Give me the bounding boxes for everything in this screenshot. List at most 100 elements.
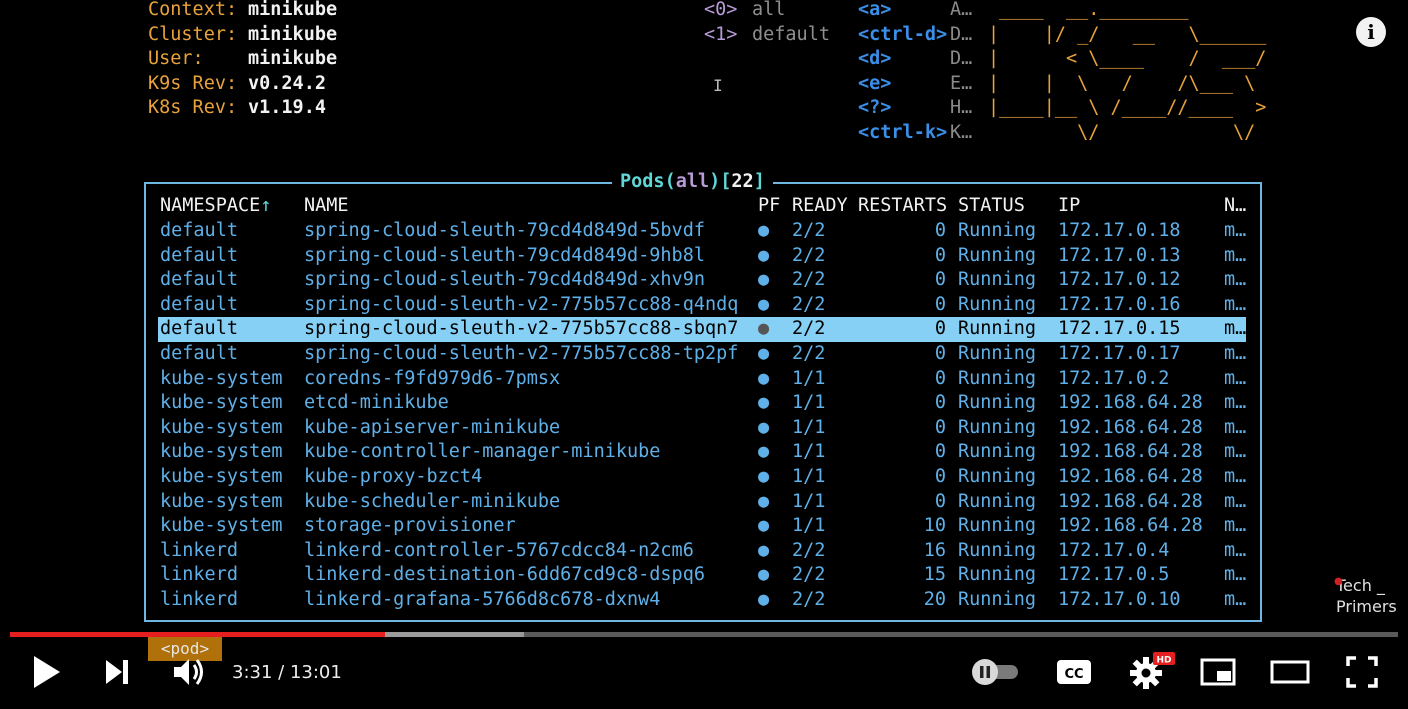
table-row[interactable]: linkerd linkerd-controller-5767cdcc84-n2c…	[158, 539, 1246, 564]
hotkey-item[interactable]: <a> A…	[858, 0, 984, 23]
table-row[interactable]: kube-system kube-proxy-bzct4 ● 1/1 0 Running 1…	[158, 465, 1246, 490]
table-row[interactable]: linkerd linkerd-grafana-5766d8c678-dxnw4 ●…	[158, 588, 1246, 613]
table-row[interactable]: linkerd linkerd-destination-6dd67cd9c8-ds…	[158, 563, 1246, 588]
cell-restarts: 20	[923, 589, 946, 610]
autoplay-toggle-icon[interactable]	[968, 652, 1022, 692]
cell-ready: 2/2	[792, 269, 826, 291]
cell-restarts: 0	[934, 416, 946, 438]
cell-name: kube-scheduler-minikube	[304, 490, 561, 512]
theater-icon[interactable]	[1268, 652, 1312, 692]
col-ready[interactable]: READY	[792, 194, 848, 219]
channel-watermark[interactable]: ● Tech _ Primers	[1334, 575, 1397, 617]
cell-ready: 2/2	[792, 564, 826, 586]
cell-node: m…	[1224, 244, 1247, 266]
cell-ip: 192.168.64.28	[1058, 490, 1203, 512]
pf-indicator: ●	[758, 515, 770, 537]
table-row[interactable]: default spring-cloud-sleuth-79cd4d849d-xh…	[158, 268, 1246, 293]
hotkey-item[interactable]: <e> E…	[858, 72, 984, 97]
cell-status: Running	[958, 564, 1036, 586]
cell-restarts: 10	[923, 515, 946, 537]
cell-namespace: default	[160, 343, 238, 364]
table-row[interactable]: kube-system etcd-minikube ● 1/1 0 Running 192.…	[158, 391, 1246, 416]
text-cursor-icon: I	[713, 76, 723, 95]
cell-namespace: kube-system	[160, 466, 283, 487]
volume-icon[interactable]	[170, 652, 210, 692]
col-pf[interactable]: PF	[758, 194, 780, 219]
table-row[interactable]: default spring-cloud-sleuth-v2-775b57cc88…	[158, 293, 1246, 318]
cell-ready: 2/2	[792, 318, 826, 340]
hotkey-key: <a>	[858, 0, 892, 20]
cell-restarts: 0	[934, 441, 946, 463]
hotkey-item[interactable]: <d> D…	[858, 47, 984, 72]
table-row[interactable]: kube-system kube-scheduler-minikube ● 1/1 0 R…	[158, 490, 1246, 515]
pf-indicator: ●	[758, 490, 770, 512]
table-row[interactable]: kube-system kube-apiserver-minikube ● 1/1 0 R…	[158, 416, 1246, 441]
cell-status: Running	[958, 539, 1036, 561]
cell-namespace: default	[160, 269, 238, 291]
time-display: 3:31 / 13:01	[232, 662, 342, 683]
table-row-selected[interactable]: default spring-cloud-sleuth-v2-775b57cc88…	[158, 317, 1246, 342]
cc-icon[interactable]: CC	[1054, 652, 1094, 692]
namespace-shortcut[interactable]: <0> all	[704, 0, 785, 23]
hotkey-item[interactable]: <ctrl-d> D…	[858, 23, 984, 48]
col-name[interactable]: NAME	[304, 194, 349, 219]
cell-name: etcd-minikube	[304, 392, 449, 414]
pf-indicator: ●	[758, 416, 770, 438]
cell-restarts: 0	[934, 466, 946, 487]
cell-name: kube-controller-manager-minikube	[304, 441, 661, 463]
hotkey-key: <d>	[858, 48, 892, 70]
table-row[interactable]: kube-system kube-controller-manager-minik…	[158, 440, 1246, 465]
cell-ip: 172.17.0.18	[1058, 220, 1181, 241]
cell-status: Running	[958, 367, 1036, 389]
pf-indicator: ●	[758, 441, 770, 463]
info-key: K8s Rev:	[148, 97, 238, 119]
cell-ready: 2/2	[792, 589, 826, 610]
next-icon[interactable]	[100, 652, 134, 692]
col-status[interactable]: STATUS	[958, 194, 1025, 219]
info-value: v0.24.2	[248, 72, 326, 94]
miniplayer-icon[interactable]	[1198, 652, 1238, 692]
info-icon[interactable]: i	[1356, 17, 1386, 47]
cell-name: spring-cloud-sleuth-v2-775b57cc88-q4ndq	[304, 293, 739, 315]
hotkey-item[interactable]: <?> H…	[858, 96, 984, 121]
pf-indicator: ●	[758, 343, 770, 364]
pf-indicator: ●	[758, 244, 770, 266]
namespace-value: default	[752, 23, 830, 45]
info-value: minikube	[248, 23, 338, 45]
col-ip[interactable]: IP	[1058, 194, 1080, 219]
fullscreen-icon[interactable]	[1342, 652, 1382, 692]
cell-restarts: 0	[934, 269, 946, 291]
cell-ready: 1/1	[792, 367, 826, 389]
table-row[interactable]: default spring-cloud-sleuth-79cd4d849d-9h…	[158, 244, 1246, 269]
cell-node: m…	[1224, 539, 1247, 561]
info-row: Cluster: minikube	[148, 23, 337, 48]
cell-restarts: 0	[934, 392, 946, 414]
cell-namespace: default	[160, 244, 238, 266]
cell-node: m…	[1224, 293, 1247, 315]
table-row[interactable]: default spring-cloud-sleuth-79cd4d849d-5b…	[158, 219, 1246, 244]
col-restarts[interactable]: RESTARTS	[858, 194, 947, 219]
hotkey-desc: A…	[950, 0, 973, 20]
cell-node: m…	[1224, 466, 1247, 487]
table-row[interactable]: default spring-cloud-sleuth-v2-775b57cc88…	[158, 342, 1246, 367]
col-node[interactable]: N…	[1224, 194, 1246, 219]
cell-ip: 172.17.0.2	[1058, 367, 1170, 389]
table-row[interactable]: kube-system storage-provisioner ● 1/1 10 Runn…	[158, 514, 1246, 539]
pf-indicator: ●	[758, 564, 770, 586]
namespace-filter: all	[675, 171, 710, 192]
hotkey-item[interactable]: <ctrl-k> K…	[858, 121, 984, 146]
settings-icon[interactable]: HD	[1126, 652, 1178, 692]
cell-restarts: 15	[923, 564, 946, 586]
hotkey-desc: D…	[950, 23, 973, 45]
cell-restarts: 0	[934, 244, 946, 266]
cell-restarts: 16	[923, 539, 946, 561]
cell-ip: 172.17.0.12	[1058, 269, 1181, 291]
namespace-shortcut[interactable]: <1> default	[704, 23, 830, 48]
col-namespace[interactable]: NAMESPACE↑	[160, 194, 271, 219]
table-row[interactable]: kube-system coredns-f9fd979d6-7pmsx ● 1/1 0 R…	[158, 367, 1246, 392]
cell-namespace: default	[160, 318, 238, 340]
cell-status: Running	[958, 515, 1036, 537]
k9s-logo: ____ __.________ | |/ _/ __ \______ | < …	[988, 0, 1267, 143]
play-icon[interactable]	[28, 652, 64, 692]
info-key: K9s Rev:	[148, 72, 238, 94]
